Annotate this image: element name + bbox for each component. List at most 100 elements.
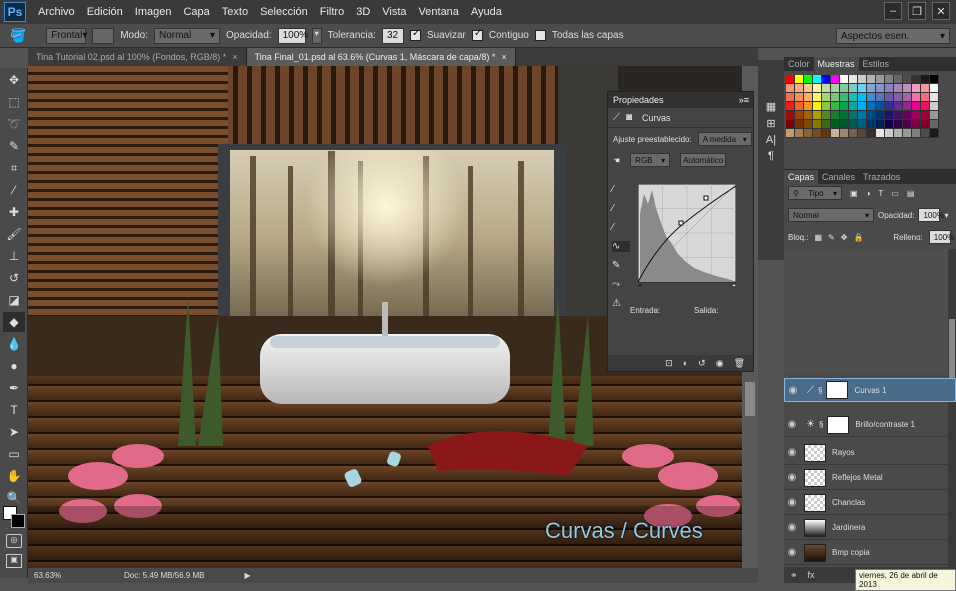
tab-tina-tutorial[interactable]: Tina Tutorial 02.psd al 100% (Fondos, RG…: [28, 48, 247, 66]
color-swatch[interactable]: [831, 75, 840, 84]
color-swatch[interactable]: [867, 93, 876, 102]
color-swatch[interactable]: [849, 75, 858, 84]
layer-row-bmp-copia[interactable]: ◉ Bmp copia: [784, 541, 956, 565]
color-swatch[interactable]: [858, 111, 867, 120]
color-swatch[interactable]: [912, 75, 921, 84]
color-swatch[interactable]: [840, 84, 849, 93]
properties-icon[interactable]: ⊞: [766, 117, 775, 130]
lock-pixels-icon[interactable]: ✎: [828, 233, 835, 242]
color-swatch[interactable]: [921, 102, 930, 111]
color-swatch[interactable]: [921, 93, 930, 102]
hand-tool-icon[interactable]: ✋: [3, 466, 25, 486]
opacity-input[interactable]: 100%: [277, 27, 308, 44]
close-tab-icon[interactable]: ×: [232, 52, 237, 62]
color-swatch[interactable]: [921, 75, 930, 84]
mode-dropdown[interactable]: Normal ▾: [153, 27, 220, 44]
color-swatch[interactable]: [903, 93, 912, 102]
menu-filtro[interactable]: Filtro: [314, 6, 350, 18]
panel-menu-icon[interactable]: »≡: [739, 95, 749, 105]
view-previous-icon[interactable]: ◐: [683, 358, 688, 368]
color-swatch[interactable]: [894, 102, 903, 111]
color-swatch[interactable]: [840, 129, 849, 138]
lock-position-icon[interactable]: ✥: [841, 233, 848, 242]
move-tool-icon[interactable]: ✥: [3, 70, 25, 90]
eye-icon[interactable]: ◉: [784, 447, 800, 458]
restore-icon[interactable]: ❐: [908, 2, 926, 20]
menu-imagen[interactable]: Imagen: [129, 6, 178, 18]
quick-mask-icon[interactable]: ◎: [6, 534, 22, 548]
swatch-grid[interactable]: [786, 75, 956, 138]
filter-smart-icon[interactable]: ▤: [907, 189, 915, 198]
color-swatch[interactable]: [885, 75, 894, 84]
color-swatch[interactable]: [876, 102, 885, 111]
tab-styles[interactable]: Estilos: [859, 57, 894, 71]
color-swatch[interactable]: [840, 111, 849, 120]
layer-comps-icon[interactable]: ▦: [766, 100, 776, 113]
color-swatch[interactable]: [804, 75, 813, 84]
color-swatch[interactable]: [876, 111, 885, 120]
smooth-icon[interactable]: ⤳: [612, 279, 630, 290]
filter-shape-icon[interactable]: ▭: [891, 189, 899, 198]
color-swatch[interactable]: [912, 120, 921, 129]
color-swatch[interactable]: [786, 120, 795, 129]
reset-icon[interactable]: ↺: [698, 358, 706, 369]
color-swatch[interactable]: [813, 75, 822, 84]
eye-icon[interactable]: ◉: [784, 497, 800, 508]
clip-to-layer-icon[interactable]: ⊡: [665, 358, 673, 369]
fx-icon[interactable]: fx: [808, 570, 815, 580]
color-swatch[interactable]: [903, 120, 912, 129]
stamp-tool-icon[interactable]: ⊥: [3, 246, 25, 266]
color-swatch[interactable]: [867, 129, 876, 138]
color-swatch[interactable]: [795, 75, 804, 84]
trash-icon[interactable]: 🗑: [734, 358, 745, 369]
color-swatch[interactable]: [786, 129, 795, 138]
color-swatch[interactable]: [930, 75, 939, 84]
zoom-tool-icon[interactable]: 🔍: [3, 488, 25, 508]
layer-row-brillo[interactable]: ◉ ☀ § Brillo/contraste 1: [784, 413, 956, 437]
color-swatch[interactable]: [921, 120, 930, 129]
all-layers-checkbox[interactable]: [534, 30, 546, 41]
color-swatch[interactable]: [903, 111, 912, 120]
close-tab-icon[interactable]: ×: [501, 52, 506, 62]
preset-dropdown[interactable]: A medida ▾: [697, 132, 752, 146]
link-icon[interactable]: §: [818, 386, 822, 395]
eye-icon[interactable]: ◉: [784, 522, 800, 533]
hand-adjust-icon[interactable]: ☚: [613, 156, 620, 165]
color-swatch[interactable]: [795, 93, 804, 102]
zoom-readout[interactable]: 63.63%: [34, 571, 94, 580]
color-swatch[interactable]: [912, 84, 921, 93]
color-swatch[interactable]: [822, 84, 831, 93]
channel-dropdown[interactable]: RGB ▾: [630, 153, 671, 167]
color-swatch[interactable]: [831, 102, 840, 111]
layer-row-reflejos[interactable]: ◉ Reflejos Metal: [784, 466, 956, 490]
link-layers-icon[interactable]: ⚭: [790, 570, 798, 581]
menu-ayuda[interactable]: Ayuda: [465, 6, 508, 18]
quick-select-tool-icon[interactable]: ✎: [3, 136, 25, 156]
color-swatch[interactable]: [858, 102, 867, 111]
opacity-slider-icon[interactable]: ▾: [311, 27, 322, 44]
tolerance-input[interactable]: 32: [381, 27, 404, 44]
color-swatch[interactable]: [831, 93, 840, 102]
workspace-dropdown[interactable]: Aspectos esen. ▾: [836, 28, 950, 44]
color-swatch[interactable]: [894, 84, 903, 93]
color-swatch[interactable]: [795, 111, 804, 120]
color-swatch[interactable]: [822, 129, 831, 138]
fill-input[interactable]: 100%: [928, 230, 954, 244]
color-swatch[interactable]: [930, 102, 939, 111]
tab-swatches[interactable]: Muestras: [813, 57, 859, 71]
dodge-tool-icon[interactable]: ●: [3, 356, 25, 376]
color-swatch[interactable]: [831, 120, 840, 129]
layer-opacity-input[interactable]: 100%: [918, 208, 944, 222]
crop-tool-icon[interactable]: ⌗: [3, 158, 25, 178]
color-swatch[interactable]: [813, 129, 822, 138]
color-swatch[interactable]: [786, 102, 795, 111]
color-swatch[interactable]: [795, 102, 804, 111]
chevron-down-icon[interactable]: ▾: [944, 211, 948, 220]
color-swatch[interactable]: [930, 120, 939, 129]
menu-archivo[interactable]: Archivo: [32, 6, 81, 18]
layer-mask-thumbnail[interactable]: [826, 381, 849, 399]
color-swatch[interactable]: [858, 84, 867, 93]
paragraph-icon[interactable]: ¶: [768, 150, 774, 162]
color-swatch[interactable]: [786, 75, 795, 84]
color-swatch[interactable]: [894, 129, 903, 138]
